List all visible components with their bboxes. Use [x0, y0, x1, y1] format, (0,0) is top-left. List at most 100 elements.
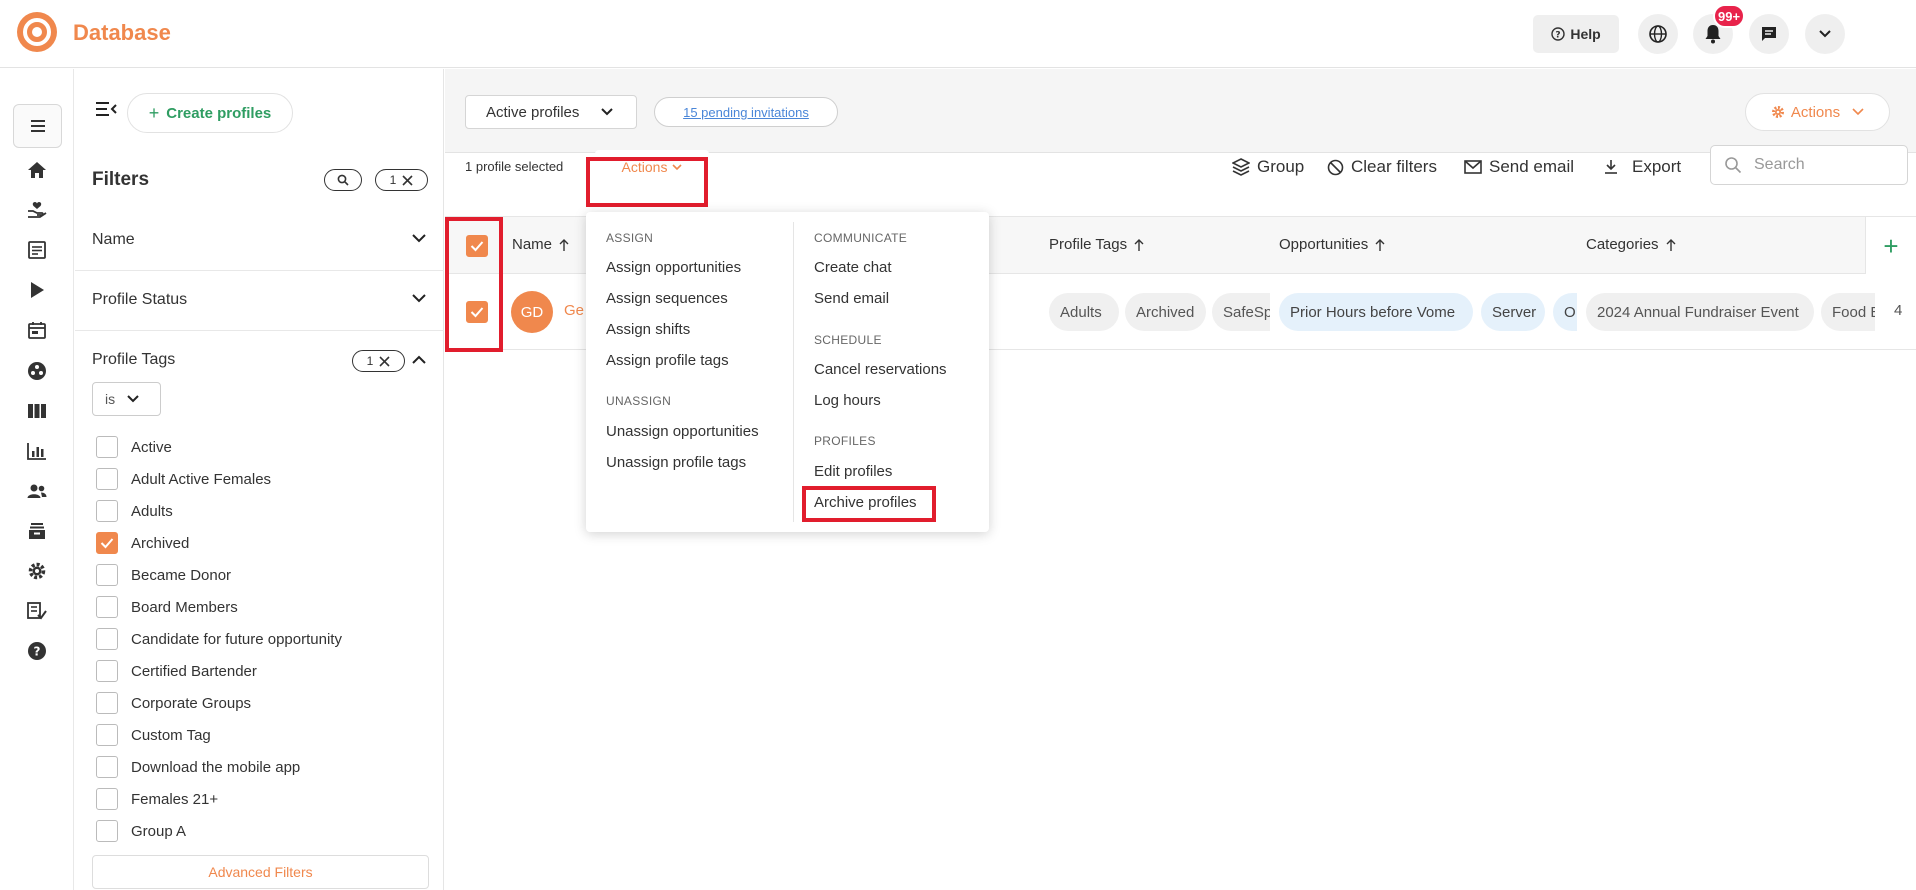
- tag-option[interactable]: Adults: [96, 499, 173, 523]
- page-actions-button[interactable]: Actions: [1745, 93, 1890, 131]
- checkbox[interactable]: [96, 692, 118, 714]
- clear-filters-button[interactable]: Clear filters: [1327, 157, 1437, 177]
- bar-chart-icon: [27, 443, 46, 460]
- tag-option[interactable]: Archived: [96, 531, 189, 555]
- pending-invitations-link[interactable]: 15 pending invitations: [654, 97, 838, 127]
- opportunity-tag: O: [1553, 293, 1577, 331]
- menu-item-log-hours[interactable]: Log hours: [814, 392, 881, 409]
- profile-menu-button[interactable]: [1805, 14, 1845, 54]
- language-button[interactable]: [1638, 14, 1678, 54]
- tag-option[interactable]: Custom Tag: [96, 723, 211, 747]
- tag-option[interactable]: Active: [96, 435, 172, 459]
- filter-section-profile-tags[interactable]: Profile Tags 1: [75, 331, 444, 381]
- profile-view-select[interactable]: Active profiles: [465, 95, 637, 129]
- tag-option[interactable]: Certified Bartender: [96, 659, 257, 683]
- menu-item-create-chat[interactable]: Create chat: [814, 259, 892, 276]
- checkbox[interactable]: [96, 756, 118, 778]
- tag-option[interactable]: Females 21+: [96, 787, 218, 811]
- menu-item-edit-profiles[interactable]: Edit profiles: [814, 463, 892, 480]
- tag-option-label: Group A: [131, 822, 187, 840]
- column-header-name[interactable]: Name: [512, 236, 569, 253]
- sidebar-item-settings[interactable]: [16, 554, 58, 588]
- messages-button[interactable]: [1749, 14, 1789, 54]
- operator-select[interactable]: is: [92, 382, 161, 416]
- send-email-button[interactable]: Send email: [1464, 157, 1574, 177]
- calendar-icon: [28, 322, 46, 339]
- collapse-sidebar-icon[interactable]: [95, 101, 117, 117]
- filter-search-button[interactable]: [324, 169, 362, 191]
- add-column-button[interactable]: +: [1865, 217, 1916, 275]
- menu-item-assign-sequences[interactable]: Assign sequences: [606, 290, 728, 307]
- sort-arrow-up-icon: [559, 238, 569, 251]
- filter-section-profile-status[interactable]: Profile Status: [75, 271, 444, 331]
- menu-item-assign-opportunities[interactable]: Assign opportunities: [606, 259, 741, 276]
- menu-item-send-email[interactable]: Send email: [814, 290, 889, 307]
- menu-item-assign-shifts[interactable]: Assign shifts: [606, 321, 690, 338]
- checkbox[interactable]: [96, 500, 118, 522]
- sidebar-item-play[interactable]: [16, 273, 58, 307]
- close-icon: [402, 174, 413, 186]
- tag-option-label: Adult Active Females: [131, 470, 272, 488]
- help-button[interactable]: ? Help: [1533, 15, 1619, 53]
- profile-tags-clear-pill[interactable]: 1: [352, 350, 405, 372]
- tag-option[interactable]: Adult Active Females: [96, 467, 271, 491]
- avatar[interactable]: GD: [511, 291, 553, 333]
- sidebar-item-calendar[interactable]: [16, 313, 58, 347]
- notification-badge: 99+: [1713, 4, 1746, 28]
- tag-option[interactable]: Became Donor: [96, 563, 231, 587]
- filter-section-name[interactable]: Name: [75, 211, 444, 271]
- menu-item-unassign-opportunities[interactable]: Unassign opportunities: [606, 423, 759, 440]
- export-button[interactable]: Export: [1603, 157, 1681, 177]
- column-header-opportunities[interactable]: Opportunities: [1279, 236, 1385, 253]
- checkbox[interactable]: [96, 820, 118, 842]
- sidebar-item-database[interactable]: [13, 104, 62, 148]
- sidebar-item-volunteer[interactable]: [16, 193, 58, 227]
- checkbox[interactable]: [96, 660, 118, 682]
- sidebar-item-forms[interactable]: [16, 233, 58, 267]
- menu-item-cancel-reservations[interactable]: Cancel reservations: [814, 361, 947, 378]
- create-profiles-button[interactable]: + Create profiles: [127, 93, 293, 133]
- help-circle-icon: ?: [28, 642, 46, 660]
- checkbox[interactable]: [96, 468, 118, 490]
- sidebar-item-people[interactable]: [16, 474, 58, 508]
- menu-item-assign-profile-tags[interactable]: Assign profile tags: [606, 352, 729, 369]
- column-header-profile-tags[interactable]: Profile Tags: [1049, 236, 1144, 253]
- profile-name-link[interactable]: Ge: [564, 302, 584, 319]
- export-label: Export: [1632, 157, 1682, 176]
- tag-option[interactable]: Candidate for future opportunity: [96, 627, 342, 651]
- menu-item-unassign-profile-tags[interactable]: Unassign profile tags: [606, 454, 746, 471]
- brand-name[interactable]: Database: [73, 20, 171, 46]
- chevron-up-icon[interactable]: [412, 355, 426, 365]
- checkbox[interactable]: [96, 788, 118, 810]
- checkbox[interactable]: [96, 596, 118, 618]
- checkbox[interactable]: [96, 724, 118, 746]
- checkbox[interactable]: [96, 628, 118, 650]
- chevron-down-icon: [1819, 30, 1831, 38]
- gear-icon: [1771, 106, 1784, 118]
- sidebar-item-tasks[interactable]: [16, 594, 58, 628]
- sidebar-item-community[interactable]: [16, 354, 58, 388]
- menu-section-unassign: UNASSIGN: [606, 394, 672, 408]
- tag-option[interactable]: Download the mobile app: [96, 755, 300, 779]
- search-input[interactable]: Search: [1710, 145, 1908, 185]
- group-button[interactable]: Group: [1232, 157, 1304, 177]
- clear-filters-pill[interactable]: 1: [375, 169, 428, 191]
- checkbox[interactable]: [96, 564, 118, 586]
- sidebar-item-help[interactable]: ?: [16, 634, 58, 668]
- checkbox[interactable]: [96, 436, 118, 458]
- app-logo-icon[interactable]: [16, 11, 58, 53]
- chevron-down-icon: [127, 395, 139, 403]
- tag-option[interactable]: Board Members: [96, 595, 238, 619]
- advanced-filters-button[interactable]: Advanced Filters: [92, 855, 429, 889]
- tag-option[interactable]: Group A: [96, 819, 186, 843]
- sidebar-item-home[interactable]: [16, 153, 58, 187]
- sidebar-item-inventory[interactable]: [16, 514, 58, 548]
- tag-option[interactable]: Corporate Groups: [96, 691, 251, 715]
- sidebar-item-reports[interactable]: [16, 434, 58, 468]
- column-header-categories[interactable]: Categories: [1586, 236, 1676, 253]
- overflow-count: 4: [1894, 302, 1903, 319]
- sidebar-item-board[interactable]: [16, 394, 58, 428]
- profile-tag: SafeSp: [1212, 293, 1270, 331]
- checkbox-checked[interactable]: [96, 532, 118, 554]
- chevron-down-icon: [601, 108, 614, 116]
